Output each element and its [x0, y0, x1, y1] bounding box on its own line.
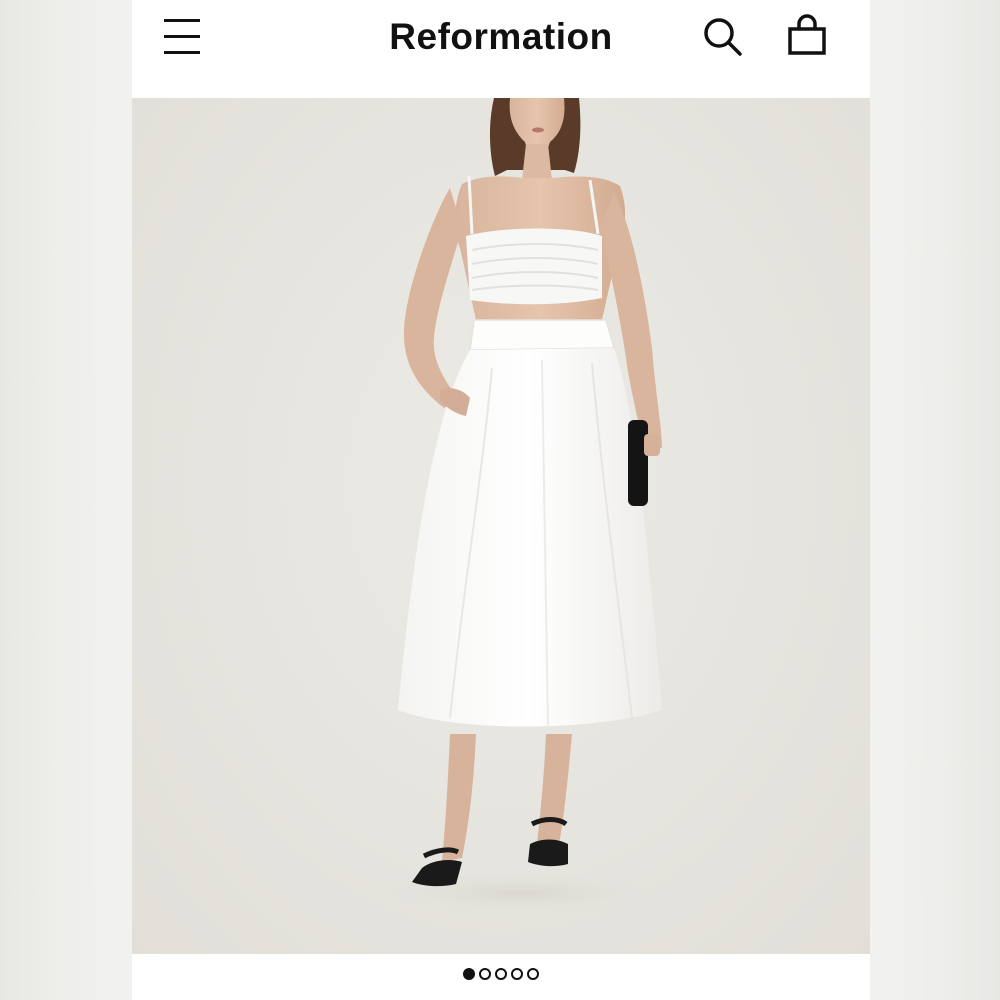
- product-page: Reformation: [132, 0, 870, 1000]
- carousel-dot-4[interactable]: [511, 968, 523, 980]
- carousel-dot-5[interactable]: [527, 968, 539, 980]
- product-image[interactable]: [132, 98, 870, 954]
- product-photo-illustration: [370, 98, 670, 915]
- brand-logo[interactable]: Reformation: [132, 14, 870, 60]
- search-icon[interactable]: [702, 16, 744, 58]
- carousel-dot-2[interactable]: [479, 968, 491, 980]
- shopping-bag-icon[interactable]: [786, 14, 828, 58]
- carousel-dot-1[interactable]: [463, 968, 475, 980]
- carousel-dot-3[interactable]: [495, 968, 507, 980]
- site-header: Reformation: [132, 0, 870, 98]
- image-carousel-dots: [132, 968, 870, 988]
